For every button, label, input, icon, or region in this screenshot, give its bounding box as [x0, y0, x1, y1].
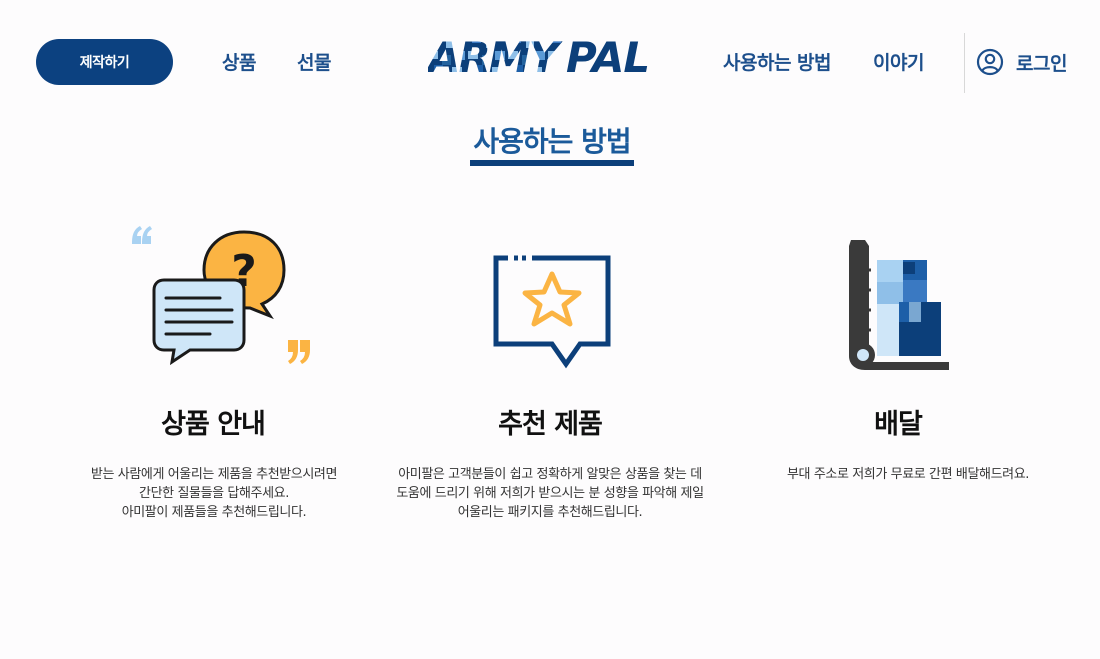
- user-icon: [976, 48, 1004, 76]
- section-title: 사용하는 방법: [473, 125, 631, 158]
- nav-products-link[interactable]: 상품: [222, 48, 256, 75]
- make-button[interactable]: 제작하기: [36, 39, 173, 85]
- title-underline: [470, 160, 634, 166]
- armypal-logo[interactable]: ARMY PAL: [428, 33, 654, 77]
- step-title-recommended-products: 추천 제품: [498, 409, 603, 440]
- desc-line: 도움에 드리기 위해 저희가 받으시는 분 성향을 파악해 제일: [396, 486, 704, 501]
- nav-story-link[interactable]: 이야기: [873, 48, 924, 75]
- step-desc-delivery: 부대 주소로 저희가 무료로 간편 배달해드려요.: [758, 465, 1058, 484]
- step-desc-recommended-products: 아미팔은 고객분들이 쉽고 정확하게 알맞은 상품을 찾는 데 도움에 드리기 …: [372, 465, 728, 522]
- desc-line: 부대 주소로 저희가 무료로 간편 배달해드려요.: [786, 467, 1030, 482]
- step-desc-product-info: 받는 사람에게 어울리는 제품을 추천받으시려면 간단한 질물들을 답해주세요.…: [64, 465, 364, 522]
- page: 제작하기 상품 선물 ARMY PAL 사용하는 방법 이야기 로그인 사용하는…: [0, 0, 1100, 659]
- chat-question-icon: ?: [132, 226, 310, 366]
- desc-line: 아미팔이 제품들을 추천해드립니다.: [121, 505, 307, 520]
- hand-truck-delivery-icon: [849, 240, 949, 370]
- top-navigation: 제작하기 상품 선물 ARMY PAL 사용하는 방법 이야기 로그인: [0, 0, 1100, 110]
- nav-gift-link[interactable]: 선물: [297, 48, 331, 75]
- desc-line: 간단한 질물들을 답해주세요.: [139, 486, 289, 501]
- step-title-product-info: 상품 안내: [161, 409, 266, 440]
- desc-line: 어울리는 패키지를 추천해드립니다.: [457, 505, 643, 520]
- desc-line: 아미팔은 고객분들이 쉽고 정확하게 알맞은 상품을 찾는 데: [398, 467, 702, 482]
- nav-how-to-use-link[interactable]: 사용하는 방법: [723, 48, 832, 75]
- login-label: 로그인: [1016, 52, 1067, 75]
- desc-line: 받는 사람에게 어울리는 제품을 추천받으시려면: [90, 467, 338, 482]
- login-button[interactable]: 로그인: [976, 48, 1067, 76]
- header-divider: [964, 33, 965, 93]
- svg-text:ARMY: ARMY: [428, 33, 563, 77]
- svg-text:PAL: PAL: [566, 33, 649, 77]
- star-message-icon: [493, 255, 611, 369]
- step-title-delivery: 배달: [874, 409, 923, 440]
